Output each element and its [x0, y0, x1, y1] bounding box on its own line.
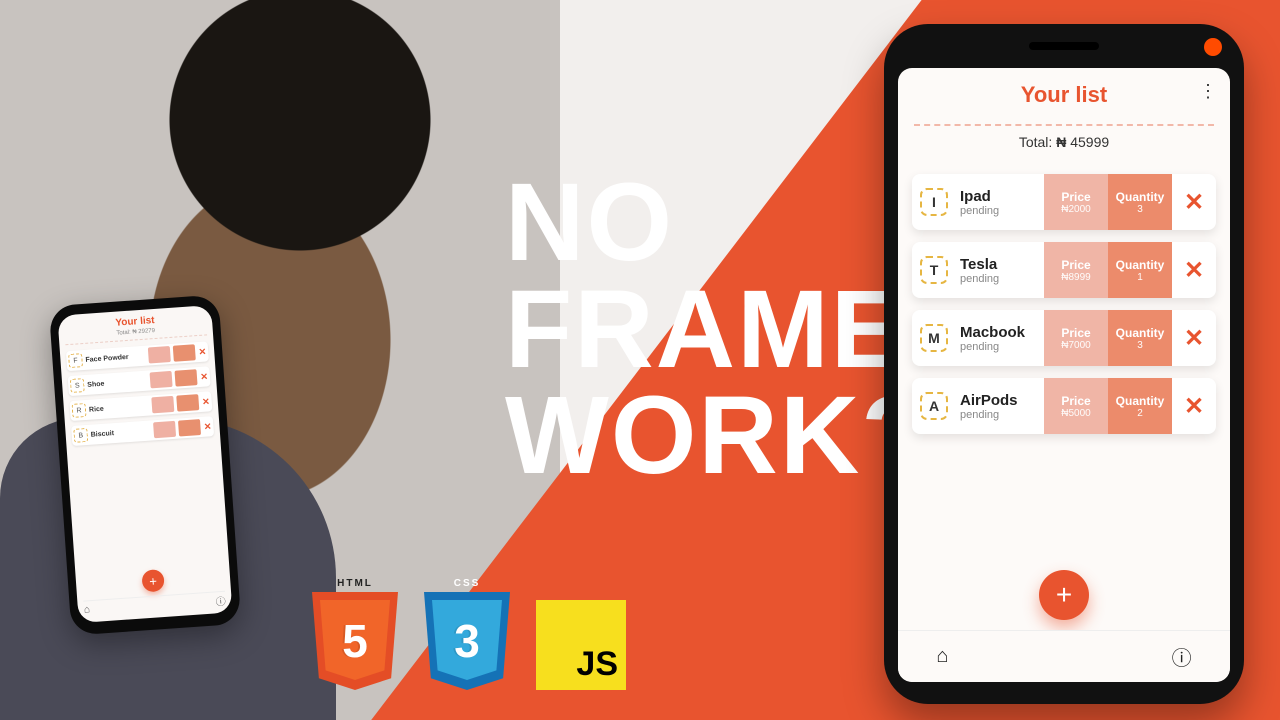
item-status: pending: [960, 341, 1044, 353]
item-metrics: Price₦5000 Quantity2: [1044, 378, 1172, 434]
js-badge: JS: [536, 600, 626, 690]
item-name: AirPods: [960, 392, 1044, 409]
held-phone-screen: Your list Total: ₦ 29279 FFace Powder✕ S…: [57, 305, 232, 623]
item-metrics: Price₦7000 Quantity3: [1044, 310, 1172, 366]
header-divider: [914, 124, 1214, 126]
js-label: JS: [576, 645, 618, 684]
phone-mockup: Your list ⋮ Total: ₦ 45999 I Ipad pendin…: [884, 24, 1244, 704]
total-value: 45999: [1070, 134, 1109, 150]
price-chip[interactable]: Price₦8999: [1044, 242, 1108, 298]
list-item[interactable]: RRice ✕: [69, 391, 212, 421]
item-status: pending: [960, 409, 1044, 421]
close-icon[interactable]: ✕: [202, 396, 210, 407]
item-info: Ipad pending: [956, 174, 1044, 230]
css3-number: 3: [424, 592, 510, 690]
list-item[interactable]: BBiscuit ✕: [71, 416, 214, 446]
item-initial-badge: I: [912, 174, 956, 230]
home-icon[interactable]: ⌂: [936, 645, 948, 668]
bottom-nav: ⌂ ⓘ: [898, 630, 1230, 682]
item-initial-badge: F: [68, 353, 83, 368]
price-chip[interactable]: Price₦5000: [1044, 378, 1108, 434]
kebab-menu-icon[interactable]: ⋮: [1199, 82, 1216, 100]
headline-line-3: WORK?: [505, 383, 925, 490]
html5-number: 5: [312, 592, 398, 690]
app-screen: Your list ⋮ Total: ₦ 45999 I Ipad pendin…: [898, 68, 1230, 682]
total-currency: ₦: [1056, 134, 1066, 150]
add-item-fab[interactable]: +: [141, 569, 164, 592]
qty-chip: [177, 394, 200, 411]
app-title: Your list: [914, 82, 1214, 108]
quantity-chip[interactable]: Quantity2: [1108, 378, 1172, 434]
thumbnail-scene: Your list Total: ₦ 29279 FFace Powder✕ S…: [0, 0, 1280, 720]
item-initial-badge: A: [912, 378, 956, 434]
delete-button[interactable]: ✕: [1172, 310, 1216, 366]
list-item[interactable]: SShoe ✕: [68, 366, 211, 396]
qty-chip: [175, 369, 198, 386]
item-initial-badge: T: [912, 242, 956, 298]
close-icon: ✕: [1184, 392, 1204, 421]
info-icon[interactable]: ⓘ: [1172, 642, 1192, 671]
list-item[interactable]: A AirPods pending Price₦5000 Quantity2 ✕: [912, 378, 1216, 434]
item-status: pending: [960, 205, 1044, 217]
item-initial-badge: R: [72, 403, 87, 418]
item-info: Tesla pending: [956, 242, 1044, 298]
price-chip: [152, 396, 175, 413]
item-initial-badge: B: [73, 428, 88, 443]
price-chip[interactable]: Price₦2000: [1044, 174, 1108, 230]
price-chip: [148, 346, 171, 363]
add-item-fab[interactable]: +: [1039, 570, 1089, 620]
html5-badge: HTML 5: [312, 592, 398, 690]
info-icon[interactable]: ⓘ: [215, 593, 226, 609]
qty-chip: [173, 344, 196, 361]
item-name: Shoe: [87, 377, 148, 388]
headline-line-1: NO: [505, 170, 925, 277]
list-item[interactable]: I Ipad pending Price₦2000 Quantity3 ✕: [912, 174, 1216, 230]
item-metrics: Price₦8999 Quantity1: [1044, 242, 1172, 298]
item-name: Tesla: [960, 256, 1044, 273]
item-info: AirPods pending: [956, 378, 1044, 434]
item-name: Biscuit: [91, 427, 152, 438]
headline-text: NO FRAME WORK?: [505, 170, 925, 490]
close-icon: ✕: [1184, 256, 1204, 285]
item-info: Macbook pending: [956, 310, 1044, 366]
item-initial-badge: M: [912, 310, 956, 366]
item-metrics: Price₦2000 Quantity3: [1044, 174, 1172, 230]
item-name: Rice: [89, 402, 150, 413]
app-header: Your list ⋮: [898, 68, 1230, 118]
held-phone-mockup: Your list Total: ₦ 29279 FFace Powder✕ S…: [49, 294, 242, 635]
html5-label: HTML: [312, 578, 398, 589]
headline-line-2: FRAME: [505, 277, 925, 384]
item-status: pending: [960, 273, 1044, 285]
close-icon[interactable]: ✕: [198, 346, 206, 357]
list-item[interactable]: T Tesla pending Price₦8999 Quantity1 ✕: [912, 242, 1216, 298]
list-item[interactable]: FFace Powder ✕: [66, 341, 209, 371]
total-row: Total: ₦ 45999: [898, 134, 1230, 158]
close-icon[interactable]: ✕: [200, 371, 208, 382]
price-chip[interactable]: Price₦7000: [1044, 310, 1108, 366]
total-label: Total:: [1019, 134, 1052, 150]
camera-dot-icon: [1204, 38, 1222, 56]
item-initial-badge: S: [70, 378, 85, 393]
css3-label: CSS: [424, 578, 510, 589]
price-chip: [150, 371, 173, 388]
css3-badge: CSS 3: [424, 592, 510, 690]
close-icon[interactable]: ✕: [204, 421, 212, 432]
item-name: Face Powder: [85, 352, 146, 363]
quantity-chip[interactable]: Quantity3: [1108, 310, 1172, 366]
quantity-chip[interactable]: Quantity1: [1108, 242, 1172, 298]
bottom-nav: ⌂ ⓘ: [83, 591, 226, 619]
qty-chip: [178, 419, 201, 436]
price-chip: [153, 421, 176, 438]
delete-button[interactable]: ✕: [1172, 174, 1216, 230]
tech-badges: HTML 5 CSS 3 JS: [312, 592, 626, 690]
close-icon: ✕: [1184, 324, 1204, 353]
delete-button[interactable]: ✕: [1172, 242, 1216, 298]
delete-button[interactable]: ✕: [1172, 378, 1216, 434]
item-name: Ipad: [960, 188, 1044, 205]
list-item[interactable]: M Macbook pending Price₦7000 Quantity3 ✕: [912, 310, 1216, 366]
close-icon: ✕: [1184, 188, 1204, 217]
home-icon[interactable]: ⌂: [84, 604, 91, 615]
quantity-chip[interactable]: Quantity3: [1108, 174, 1172, 230]
item-name: Macbook: [960, 324, 1044, 341]
